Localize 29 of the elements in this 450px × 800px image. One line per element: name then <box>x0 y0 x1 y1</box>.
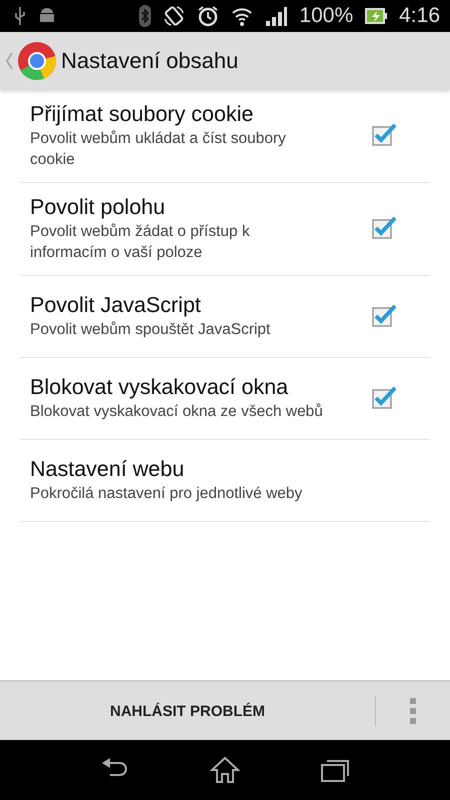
bluetooth-icon <box>139 5 152 27</box>
setting-summary: Povolit webům spouštět JavaScript <box>30 320 272 340</box>
battery-percentage: 100% <box>299 4 354 28</box>
alarm-icon <box>197 5 220 27</box>
clock-time: 4:16 <box>399 4 440 28</box>
checkbox[interactable] <box>372 386 396 410</box>
signal-icon <box>265 6 288 26</box>
wifi-icon <box>231 6 254 26</box>
setting-title: Povolit polohu <box>30 194 166 221</box>
home-icon[interactable] <box>210 756 240 784</box>
setting-title: Nastavení webu <box>30 456 186 483</box>
setting-title: Přijímat soubory cookie <box>30 101 254 128</box>
battery-charging-icon <box>365 8 388 24</box>
overflow-menu-icon[interactable] <box>410 698 416 724</box>
setting-summary: Pokročilá nastavení pro jednotlivé weby <box>30 484 304 504</box>
recent-apps-icon[interactable] <box>320 757 350 783</box>
checkbox[interactable] <box>372 123 396 147</box>
setting-title: Povolit JavaScript <box>30 292 202 319</box>
setting-summary: Blokovat vyskakovací okna ze všech webů <box>30 402 324 422</box>
checkbox[interactable] <box>372 304 396 328</box>
back-caret-icon[interactable] <box>5 52 13 70</box>
app-logo-icon[interactable] <box>17 41 57 81</box>
setting-summary: Povolit webům žádat o přístup k informacím o vaší poloze <box>30 222 251 263</box>
screen-title: Nastavení obsahu <box>61 48 238 74</box>
setting-title: Blokovat vyskakovací okna <box>30 374 290 401</box>
checkbox[interactable] <box>372 216 396 240</box>
usb-icon <box>14 6 26 26</box>
rotation-icon <box>163 5 186 27</box>
setting-summary: Povolit webům ukládat a číst soubory cookie <box>30 129 287 170</box>
